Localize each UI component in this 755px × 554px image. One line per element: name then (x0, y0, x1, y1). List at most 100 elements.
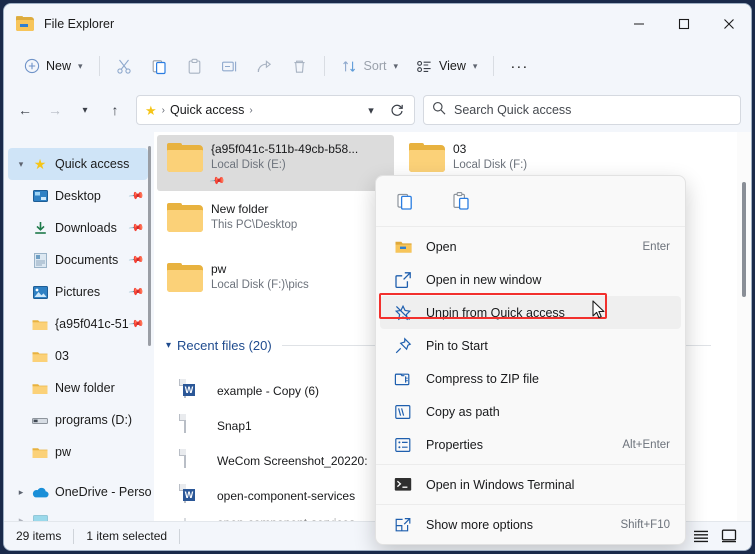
folder-icon (16, 16, 34, 32)
show-more-icon (393, 515, 413, 535)
context-menu-item-accel: Alt+Enter (622, 438, 670, 451)
recent-file-row[interactable]: W example - Copy (6) (179, 378, 319, 404)
view-button[interactable]: View ▾ (407, 50, 486, 82)
context-menu-item-pin-to-start[interactable]: Pin to Start (380, 329, 681, 362)
file-tile-sub: This PC\Desktop (211, 219, 298, 231)
chevron-down-icon[interactable]: ▾ (166, 340, 171, 351)
recent-file-name: Snap1 (217, 419, 252, 433)
address-bar[interactable]: ★ › Quick access › ▾ (136, 95, 415, 125)
divider (493, 56, 495, 76)
file-tile[interactable]: pw Local Disk (F:)\pics (157, 255, 394, 303)
sidebar-item-quick-access[interactable]: ▾ ★ Quick access (8, 148, 148, 180)
forward-arrow-icon[interactable]: → (40, 95, 70, 125)
paste-icon (186, 58, 203, 75)
status-item-count: 29 items (16, 529, 62, 543)
sidebar-item-documents[interactable]: Documents 📌 (4, 244, 154, 276)
recent-file-row[interactable]: WeCom Screenshot_20220: (179, 448, 368, 474)
sidebar-item-pw[interactable]: pw (4, 436, 154, 468)
copy-button[interactable] (142, 50, 177, 82)
see-more-button[interactable]: ··· (501, 50, 537, 82)
sidebar-item-label: Downloads (55, 221, 117, 235)
content-scrollbar[interactable] (737, 132, 751, 521)
cut-button[interactable] (107, 50, 142, 82)
context-menu-item-label: Open (426, 239, 457, 254)
sidebar-item-label: OneDrive - Perso (55, 485, 152, 499)
recent-file-row[interactable]: Snap1 (179, 413, 252, 439)
sidebar-item-label: pw (55, 445, 71, 459)
large-icons-view-icon[interactable] (719, 526, 739, 546)
context-menu-item-open-in-new-window[interactable]: Open in new window (380, 263, 681, 296)
zip-icon (393, 369, 413, 389)
context-menu-item-properties[interactable]: Properties Alt+Enter (380, 428, 681, 461)
sidebar-item-new-folder[interactable]: New folder (4, 372, 154, 404)
rename-button[interactable] (212, 50, 247, 82)
close-icon[interactable] (706, 4, 751, 44)
sidebar-item-onedrive[interactable]: ▸ OneDrive - Perso (4, 476, 154, 508)
sidebar-item-label: Desktop (55, 189, 101, 203)
divider (376, 504, 685, 505)
recent-locations-chevron-down-icon[interactable]: ▾ (70, 95, 100, 125)
chevron-down-icon[interactable]: ▾ (12, 159, 30, 170)
search-input[interactable]: Search Quick access (454, 103, 571, 117)
delete-button[interactable] (282, 50, 317, 82)
scissors-icon (116, 58, 133, 75)
sidebar-item-03[interactable]: 03 (4, 340, 154, 372)
sidebar-item-label: Documents (55, 253, 119, 267)
sidebar-item-this-pc[interactable]: ▸ (4, 514, 154, 521)
file-tile[interactable]: New folder This PC\Desktop (157, 195, 394, 243)
address-chevron-down-icon[interactable]: ▾ (358, 97, 384, 123)
paste-button[interactable] (177, 50, 212, 82)
context-menu-item-compress-to-zip[interactable]: Compress to ZIP file (380, 362, 681, 395)
word-document-icon: W (179, 379, 204, 402)
recent-file-row[interactable]: W open-component-services (179, 483, 355, 509)
open-new-window-icon (393, 270, 413, 290)
sidebar-item-pictures[interactable]: Pictures 📌 (4, 276, 154, 308)
chevron-right-icon[interactable]: ▸ (12, 487, 30, 498)
context-menu-item-copy-as-path[interactable]: Copy as path (380, 395, 681, 428)
context-menu-item-open-in-windows-terminal[interactable]: Open in Windows Terminal (380, 468, 681, 501)
sidebar-item-label: 03 (55, 349, 69, 363)
up-arrow-icon[interactable]: ↑ (100, 95, 130, 125)
context-menu: Open Enter Open in new window Unpin from… (375, 175, 686, 545)
file-tile[interactable]: {a95f041c-511b-49cb-b58... Local Disk (E… (157, 135, 394, 191)
share-button[interactable] (247, 50, 282, 82)
sidebar-item-programs-d[interactable]: programs (D:) (4, 404, 154, 436)
breadcrumb-quick-access[interactable]: Quick access (170, 103, 244, 117)
address-row: ← → ▾ ↑ ★ › Quick access › ▾ Search Quic… (4, 88, 751, 132)
copy-icon (151, 58, 168, 75)
search-box[interactable]: Search Quick access (423, 95, 741, 125)
file-tile-sub: Local Disk (E:) (211, 159, 286, 171)
divider (376, 464, 685, 465)
context-menu-item-label: Open in new window (426, 272, 542, 287)
share-icon (256, 58, 273, 75)
minimize-icon[interactable] (616, 4, 661, 44)
refresh-icon[interactable] (384, 97, 410, 123)
search-icon (432, 101, 446, 120)
sidebar-item-downloads[interactable]: Downloads 📌 (4, 212, 154, 244)
chevron-down-icon: ▾ (78, 60, 83, 71)
file-tile-sub: Local Disk (F:) (453, 159, 528, 171)
terminal-icon (393, 475, 413, 495)
navigation-pane: ▾ ★ Quick access Desktop 📌 Downloads 📌 D… (4, 132, 154, 521)
context-menu-item-show-more-options[interactable]: Show more options Shift+F10 (380, 508, 681, 541)
pictures-icon (30, 284, 50, 300)
details-view-icon[interactable] (691, 526, 711, 546)
sort-button[interactable]: Sort ▾ (332, 50, 407, 82)
new-button[interactable]: New ▾ (14, 50, 92, 82)
paste-icon[interactable] (446, 186, 476, 216)
folder-icon (30, 380, 50, 396)
sidebar-scrollbar-thumb[interactable] (148, 146, 151, 346)
sidebar-item-desktop[interactable]: Desktop 📌 (4, 180, 154, 212)
context-menu-item-label: Pin to Start (426, 338, 488, 353)
copy-icon[interactable] (390, 186, 420, 216)
folder-icon (30, 316, 50, 332)
sidebar-item-a95f041c[interactable]: {a95f041c-51 📌 (4, 308, 154, 340)
pin-icon: 📌 (127, 219, 145, 237)
maximize-icon[interactable] (661, 4, 706, 44)
context-menu-item-open[interactable]: Open Enter (380, 230, 681, 263)
breadcrumb-separator: › (161, 104, 165, 116)
content-scrollbar-thumb[interactable] (742, 182, 746, 297)
documents-icon (30, 252, 50, 268)
back-arrow-icon[interactable]: ← (10, 95, 40, 125)
folder-icon (409, 143, 445, 173)
